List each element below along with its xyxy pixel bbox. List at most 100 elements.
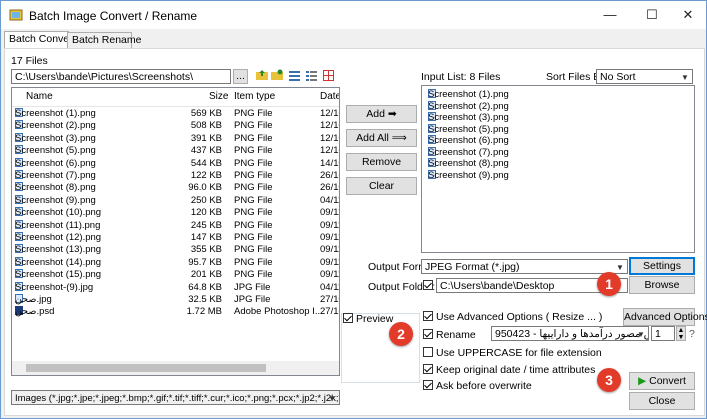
preview-label: Preview: [356, 313, 394, 325]
file-type: PNG File: [234, 170, 273, 181]
tab-batch-rename[interactable]: Batch Rename: [67, 32, 141, 48]
remove-button[interactable]: Remove: [346, 153, 417, 171]
folder-up-icon[interactable]: [256, 69, 268, 81]
chevron-down-icon: ▼: [681, 73, 689, 82]
table-row[interactable]: Screenshot (3).png 391 KB PNG File 12/10: [12, 132, 339, 145]
file-name: Screenshot (9).png: [15, 194, 96, 206]
file-size: 250 KB: [190, 194, 222, 206]
file-name: Screenshot (13).png: [15, 244, 102, 256]
col-date[interactable]: Date: [320, 91, 339, 102]
input-file-name: Screenshot (1).png: [428, 89, 509, 100]
table-row[interactable]: Screenshot (1).png 569 KB PNG File 12/10: [12, 108, 339, 120]
file-date: 09/11: [320, 269, 339, 281]
rename-pattern-value: 950423 - گزارش مصور درآمدها و داراییها#: [495, 328, 648, 340]
table-row[interactable]: صحن.jpg 32.5 KB JPG File 27/10: [12, 294, 339, 306]
file-name: Screenshot (8).png: [15, 182, 96, 194]
tab-batch-convert[interactable]: Batch Convert: [4, 31, 76, 49]
preview-checkbox[interactable]: [343, 313, 353, 325]
use-advanced-checkbox[interactable]: [423, 311, 433, 323]
list-item[interactable]: Screenshot (1).png: [422, 89, 694, 101]
file-size: 95.7 KB: [188, 256, 222, 268]
checkbox-icon: [423, 329, 433, 339]
rename-pattern-select[interactable]: 950423 - گزارش مصور درآمدها و داراییها# …: [491, 326, 649, 341]
file-type: JPG File: [234, 294, 271, 305]
table-row[interactable]: Screenshot (15).png 201 KB PNG File 09/11: [12, 269, 339, 281]
col-size[interactable]: Size: [209, 91, 228, 102]
table-row[interactable]: Screenshot (7).png 122 KB PNG File 26/10: [12, 170, 339, 182]
list-view-icon[interactable]: [289, 70, 300, 81]
window-title: Batch Image Convert / Rename: [29, 9, 198, 23]
source-path-input[interactable]: C:\Users\bande\Pictures\Screenshots\: [11, 69, 231, 84]
col-name[interactable]: Name: [26, 91, 53, 102]
source-file-list[interactable]: Name Size Item type Date Screenshot (1).…: [11, 87, 340, 376]
input-file-list[interactable]: Screenshot (1).png Screenshot (2).png Scre…: [421, 85, 695, 253]
number-stepper[interactable]: ▲ ▼: [676, 326, 686, 341]
file-name: Screenshot (12).png: [15, 232, 102, 243]
file-type: PNG File: [234, 256, 273, 268]
file-name: Screenshot (2).png: [15, 120, 96, 132]
convert-button[interactable]: ▶ Convert: [629, 372, 695, 390]
ask-overwrite-checkbox[interactable]: [423, 380, 433, 392]
close-button[interactable]: Close: [629, 392, 695, 410]
details-view-icon[interactable]: [306, 70, 317, 81]
add-all-button[interactable]: Add All ⟹: [346, 129, 417, 147]
list-item[interactable]: Screenshot (6).png: [422, 135, 694, 147]
add-button[interactable]: Add ➡: [346, 105, 417, 123]
file-type: PNG File: [234, 244, 273, 256]
clear-button[interactable]: Clear: [346, 177, 417, 195]
list-item[interactable]: Screenshot (7).png: [422, 146, 694, 159]
help-icon[interactable]: ?: [689, 328, 695, 340]
file-date: 27/10: [320, 306, 339, 318]
file-date: 12/10: [320, 132, 339, 144]
file-size: 544 KB: [190, 157, 222, 169]
rename-label: Rename: [436, 329, 476, 341]
table-row[interactable]: Screenshot (12).png 147 KB PNG File 09/11: [12, 232, 339, 244]
rename-start-number[interactable]: 1: [651, 326, 675, 341]
advanced-options-button[interactable]: Advanced Options: [623, 308, 707, 326]
table-row[interactable]: Screenshot (8).png 96.0 KB PNG File 26/10: [12, 182, 339, 194]
browse-folder-button[interactable]: Browse: [629, 276, 695, 294]
table-row[interactable]: Screenshot (5).png 437 KB PNG File 12/10: [12, 145, 339, 157]
output-folder-checkbox[interactable]: [423, 280, 433, 292]
file-filter-value: Images (*.jpg;*.jpe;*.jpeg;*.bmp;*.gif;*…: [15, 393, 340, 404]
table-row[interactable]: Screenshot (2).png 508 KB PNG File 12/10: [12, 120, 339, 132]
list-item[interactable]: Screenshot (8).png: [422, 158, 694, 170]
keep-date-label: Keep original date / time attributes: [436, 364, 596, 376]
output-format-select[interactable]: JPEG Format (*.jpg) ▼: [421, 259, 628, 274]
browse-path-button[interactable]: ...: [233, 69, 248, 84]
uppercase-checkbox[interactable]: [423, 347, 433, 359]
file-filter-select[interactable]: Images (*.jpg;*.jpe;*.jpeg;*.bmp;*.gif;*…: [11, 390, 340, 405]
file-size: 391 KB: [190, 132, 222, 144]
file-size: 64.8 KB: [188, 281, 222, 293]
new-folder-icon[interactable]: [271, 69, 283, 81]
list-item[interactable]: Screenshot (2).png: [422, 100, 694, 113]
app-window: Batch Image Convert / Rename — ☐ ✕ Batch…: [0, 0, 707, 419]
file-type: PNG File: [234, 182, 273, 194]
thumbnail-view-icon[interactable]: [323, 70, 334, 81]
list-item[interactable]: Screenshot (5).png: [422, 123, 694, 136]
table-row[interactable]: صحن.psd 1.72 MB Adobe Photoshop I...27/10: [12, 306, 339, 318]
list-item[interactable]: Screenshot (9).png: [422, 169, 694, 182]
table-row[interactable]: Screenshot (6).png 544 KB PNG File 14/10: [12, 157, 339, 170]
list-item[interactable]: Screenshot (3).png: [422, 112, 694, 124]
uppercase-label: Use UPPERCASE for file extension: [436, 347, 602, 359]
table-row[interactable]: Screenshot (14).png 95.7 KB PNG File 09/11: [12, 256, 339, 269]
close-window-button[interactable]: ✕: [670, 1, 706, 29]
file-list-hscrollbar[interactable]: [12, 361, 339, 375]
sort-select[interactable]: No Sort ▼: [596, 69, 693, 84]
maximize-button[interactable]: ☐: [634, 1, 670, 29]
table-row[interactable]: Screenshot (10).png 120 KB PNG File 09/11: [12, 207, 339, 219]
file-size: 1.72 MB: [186, 306, 222, 318]
keep-date-checkbox[interactable]: [423, 364, 433, 376]
hscroll-thumb[interactable]: [26, 364, 266, 372]
table-row[interactable]: Screenshot (9).png 250 KB PNG File 04/11: [12, 194, 339, 207]
minimize-button[interactable]: —: [592, 1, 628, 29]
table-row[interactable]: Screenshot-(9).jpg 64.8 KB JPG File 04/11: [12, 281, 339, 294]
rename-checkbox[interactable]: [423, 329, 433, 341]
settings-button[interactable]: Settings: [629, 257, 695, 275]
table-row[interactable]: Screenshot (11).png 245 KB PNG File 09/11: [12, 219, 339, 232]
double-arrow-right-icon: ⟹: [391, 132, 407, 144]
table-row[interactable]: Screenshot (13).png 355 KB PNG File 09/11: [12, 244, 339, 256]
col-type[interactable]: Item type: [234, 91, 275, 102]
file-date: 09/11: [320, 256, 339, 268]
